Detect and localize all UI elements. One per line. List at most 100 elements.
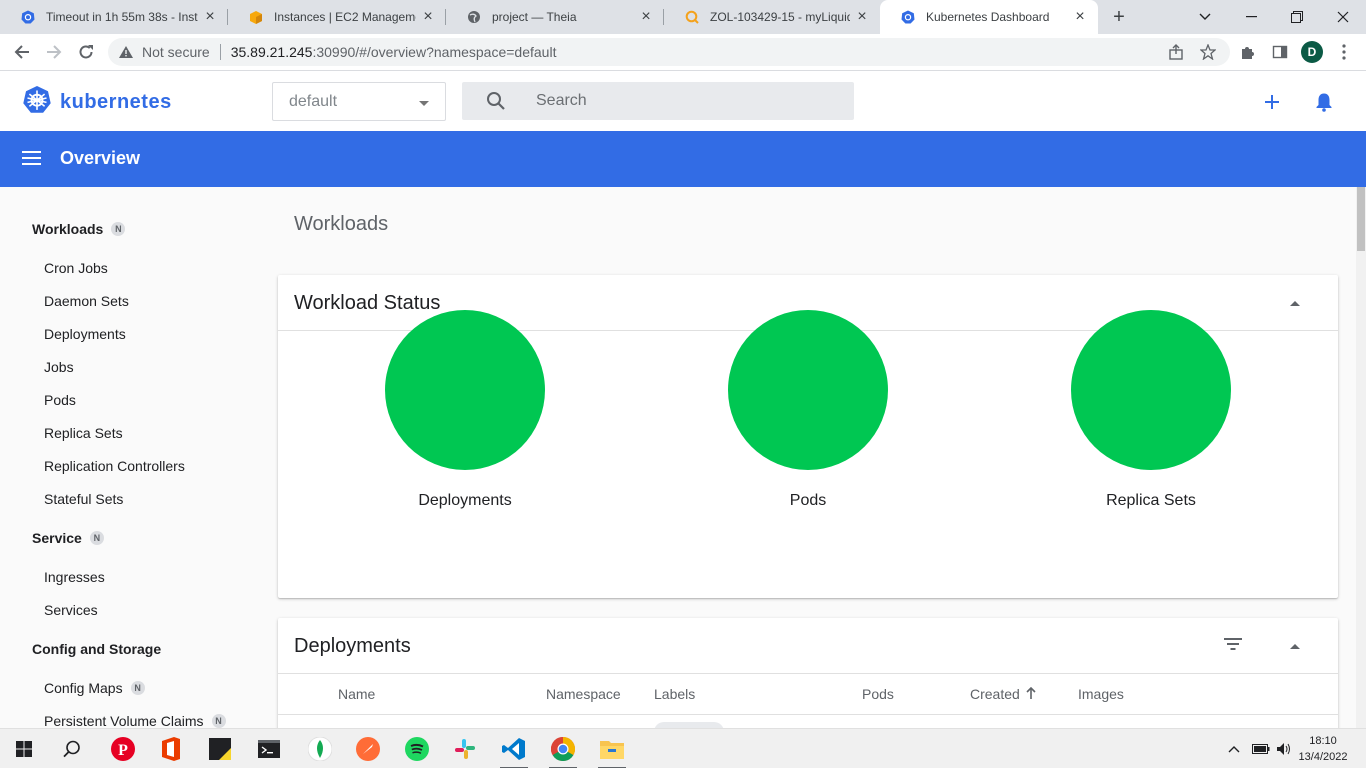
office-icon[interactable]	[147, 729, 195, 768]
status-pie	[728, 310, 888, 470]
close-tab-icon[interactable]: ×	[202, 9, 218, 25]
column-header-labels[interactable]: Labels	[654, 686, 695, 702]
taskbar-search-icon[interactable]	[48, 729, 96, 768]
sidebar-item-daemon-sets[interactable]: Daemon Sets	[44, 293, 129, 309]
close-tab-icon[interactable]: ×	[854, 9, 870, 25]
address-bar[interactable]: Not secure 35.89.21.245:30990/#/overview…	[108, 38, 1230, 66]
side-panel-icon[interactable]	[1266, 38, 1294, 66]
column-header-name[interactable]: Name	[338, 686, 375, 702]
hamburger-menu-icon[interactable]	[22, 150, 42, 171]
kubernetes-logo[interactable]: kubernetes	[22, 85, 172, 120]
status-chart-label: Deployments	[418, 492, 512, 509]
sidebar-item-persistent-volume-claims[interactable]: Persistent Volume Claims N	[44, 713, 226, 728]
nav-group-label: Config and Storage	[32, 641, 162, 657]
main-content: Workloads Workload Status Deployments Po…	[258, 187, 1356, 728]
forward-arrow-icon[interactable]	[40, 38, 68, 66]
nav-group-workloads[interactable]: Workloads N	[32, 221, 126, 237]
sidebar-item-ingresses[interactable]: Ingresses	[44, 569, 105, 585]
share-icon[interactable]	[1162, 38, 1190, 66]
spotify-icon[interactable]	[393, 729, 441, 768]
globe-icon	[466, 9, 482, 25]
notifications-bell-icon[interactable]	[1311, 89, 1337, 115]
sticky-notes-icon[interactable]	[196, 729, 244, 768]
scrollbar-thumb[interactable]	[1357, 187, 1365, 251]
sidebar-item-pods[interactable]: Pods	[44, 392, 76, 408]
namespace-selector[interactable]: default	[272, 82, 446, 121]
minimize-icon[interactable]	[1228, 0, 1274, 34]
sidebar-item-services[interactable]: Services	[44, 602, 98, 618]
sidebar-nav: Workloads N Cron Jobs Daemon Sets Deploy…	[0, 187, 258, 728]
status-chart-deployments[interactable]: Deployments	[365, 310, 565, 510]
status-chart-pods[interactable]: Pods	[708, 310, 908, 510]
sidebar-item-cron-jobs[interactable]: Cron Jobs	[44, 260, 108, 276]
collapse-arrow-icon[interactable]	[1290, 644, 1300, 649]
sidebar-item-stateful-sets[interactable]: Stateful Sets	[44, 491, 123, 507]
bookmark-star-icon[interactable]	[1194, 38, 1222, 66]
tab-search-chevron-icon[interactable]	[1182, 0, 1228, 34]
warning-triangle-icon[interactable]	[118, 44, 134, 60]
close-tab-icon[interactable]: ×	[1072, 9, 1088, 25]
search-q-icon	[684, 9, 700, 25]
omnibox-divider	[219, 44, 221, 60]
close-window-icon[interactable]	[1320, 0, 1366, 34]
terminal-icon[interactable]	[245, 729, 293, 768]
kebab-menu-icon[interactable]	[1330, 38, 1358, 66]
close-tab-icon[interactable]: ×	[420, 9, 436, 25]
filter-icon[interactable]	[1224, 637, 1242, 656]
battery-icon[interactable]	[1252, 729, 1270, 768]
system-clock[interactable]: 18:10 13/4/2022	[1298, 733, 1348, 765]
deployments-card: Deployments Name Namespace Labels Pods C…	[278, 618, 1338, 728]
browser-tab[interactable]: Timeout in 1h 55m 38s - Inst ×	[0, 0, 228, 34]
status-chart-replica-sets[interactable]: Replica Sets	[1051, 310, 1251, 510]
column-header-label: Created	[970, 686, 1020, 702]
restore-icon[interactable]	[1274, 0, 1320, 34]
nav-group-config-and-storage[interactable]: Config and Storage	[32, 641, 161, 657]
file-explorer-icon[interactable]	[588, 729, 636, 768]
nav-group-service[interactable]: Service N	[32, 530, 104, 546]
windows-start-icon[interactable]	[0, 729, 48, 768]
dropdown-caret-icon	[419, 101, 429, 106]
browser-tab-active[interactable]: Kubernetes Dashboard ×	[880, 0, 1098, 34]
column-header-pods[interactable]: Pods	[862, 686, 894, 702]
sidebar-item-config-maps[interactable]: Config Maps N	[44, 680, 145, 696]
kubernetes-icon	[20, 9, 36, 25]
slack-icon[interactable]	[441, 729, 489, 768]
chrome-icon[interactable]	[539, 729, 587, 768]
vscode-icon[interactable]	[490, 729, 538, 768]
page-scrollbar[interactable]	[1356, 187, 1366, 728]
profile-avatar[interactable]: D	[1301, 41, 1323, 63]
pinterest-icon[interactable]: P	[99, 729, 147, 768]
search-input[interactable]	[536, 82, 836, 120]
collapse-arrow-icon[interactable]	[1290, 301, 1300, 306]
clock-date: 13/4/2022	[1298, 751, 1348, 763]
browser-tab[interactable]: project — Theia ×	[446, 0, 664, 34]
security-status[interactable]: Not secure	[142, 44, 210, 60]
workload-status-card: Workload Status Deployments Pods Replica…	[278, 275, 1338, 598]
create-plus-icon[interactable]	[1259, 89, 1285, 115]
browser-tab-strip: Timeout in 1h 55m 38s - Inst × Instances…	[0, 0, 1366, 34]
sidebar-item-replica-sets[interactable]: Replica Sets	[44, 425, 123, 441]
show-hidden-icons-chevron[interactable]	[1228, 729, 1240, 768]
back-arrow-icon[interactable]	[8, 38, 36, 66]
column-header-images[interactable]: Images	[1078, 686, 1124, 702]
sidebar-item-replication-controllers[interactable]: Replication Controllers	[44, 458, 185, 474]
mongodb-icon[interactable]	[296, 729, 344, 768]
search-box	[462, 82, 854, 120]
url-text[interactable]: 35.89.21.245:30990/#/overview?namespace=…	[231, 44, 557, 60]
extensions-puzzle-icon[interactable]	[1234, 38, 1262, 66]
sidebar-item-deployments[interactable]: Deployments	[44, 326, 126, 342]
postman-icon[interactable]	[344, 729, 392, 768]
column-header-created[interactable]: Created	[970, 686, 1036, 702]
close-tab-icon[interactable]: ×	[638, 9, 654, 25]
browser-tab[interactable]: Instances | EC2 Management ×	[228, 0, 446, 34]
tab-title: Instances | EC2 Management	[274, 10, 416, 24]
reload-icon[interactable]	[72, 38, 100, 66]
new-tab-button[interactable]: +	[1108, 6, 1130, 28]
volume-speaker-icon[interactable]	[1276, 729, 1292, 768]
sidebar-item-jobs[interactable]: Jobs	[44, 359, 74, 375]
nav-group-label: Service	[32, 530, 82, 546]
column-header-namespace[interactable]: Namespace	[546, 686, 621, 702]
url-host: 35.89.21.245	[230, 44, 313, 60]
status-pie	[385, 310, 545, 470]
browser-tab[interactable]: ZOL-103429-15 - myLiquid H ×	[664, 0, 880, 34]
